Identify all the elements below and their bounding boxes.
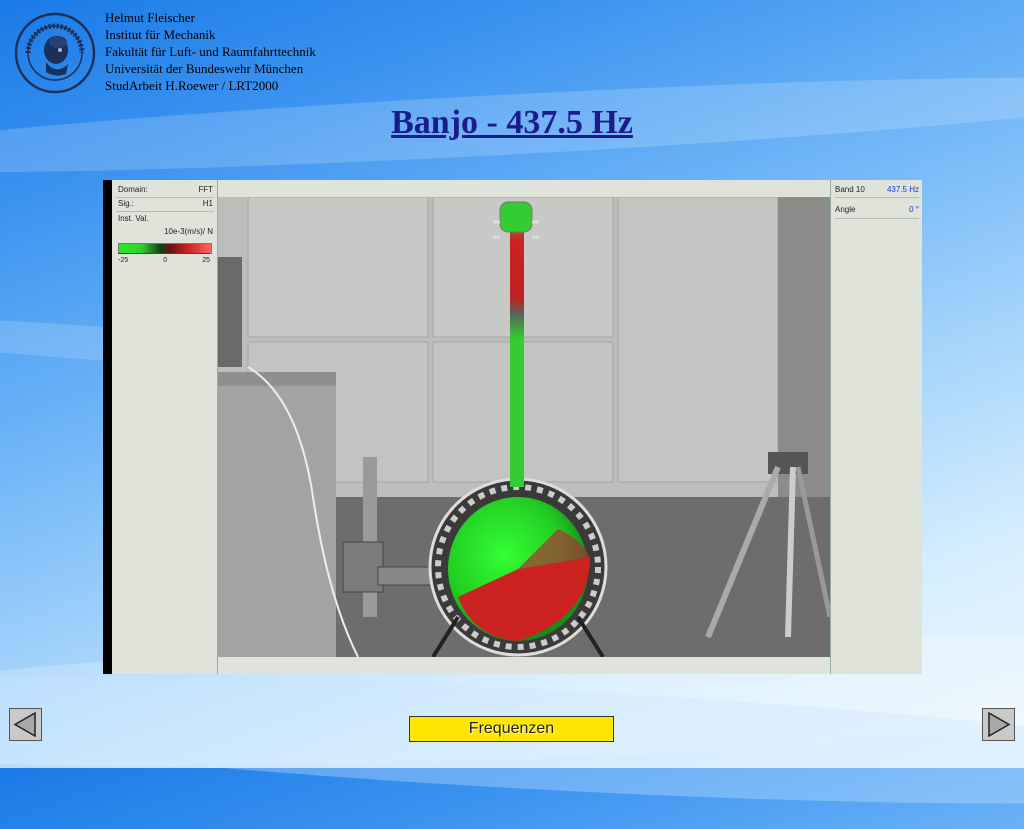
author-name: Helmut Fleischer <box>105 10 195 25</box>
band-value: 437.5 Hz <box>886 184 919 194</box>
triangle-left-icon <box>13 711 36 738</box>
inst-val-label: Inst. Val. <box>118 214 149 223</box>
unit-label: 10e-3(m/s)/ N <box>164 227 213 236</box>
project-ref: StudArbeit H.Roewer / LRT2000 <box>105 78 279 93</box>
domain-value: FFT <box>198 185 213 194</box>
angle-label: Angle <box>835 204 856 214</box>
measurement-info-panel: Domain: FFT Sig.: H1 Inst. Val. 10e-3(m/… <box>112 180 218 674</box>
institute: Institut für Mechanik <box>105 27 216 42</box>
video-top-border <box>218 180 830 197</box>
page-title: Banjo - 437.5 Hz <box>391 104 633 141</box>
previous-slide-button[interactable] <box>9 708 42 741</box>
triangle-right-icon <box>988 711 1011 738</box>
color-scale-labels: -25 0 25 <box>118 257 210 264</box>
banjo-scene <box>218 197 830 657</box>
frequencies-button[interactable]: Frequenzen <box>409 716 614 742</box>
next-slide-button[interactable] <box>982 708 1015 741</box>
author-info: Helmut Fleischer Institut für Mechanik F… <box>105 9 316 94</box>
faculty: Fakultät für Luft- und Raumfahrttechnik <box>105 44 316 59</box>
university-seal-logo <box>14 12 96 94</box>
scale-max: 25 <box>202 257 210 264</box>
banjo-vibration-image <box>218 197 830 657</box>
university: Universität der Bundeswehr München <box>105 61 304 76</box>
band-label: Band 10 <box>835 184 865 194</box>
scale-mid: 0 <box>163 257 168 264</box>
video-bottom-border <box>218 657 830 674</box>
domain-label: Domain: <box>118 185 148 194</box>
signal-label: Sig.: <box>118 199 135 208</box>
band-info-panel: Band 10 437.5 Hz Angle 0 ° <box>830 180 922 674</box>
scale-min: -25 <box>118 257 129 264</box>
signal-value: H1 <box>202 199 213 208</box>
vibrometer-window: Domain: FFT Sig.: H1 Inst. Val. 10e-3(m/… <box>103 180 922 674</box>
angle-value: 0 ° <box>909 204 919 214</box>
